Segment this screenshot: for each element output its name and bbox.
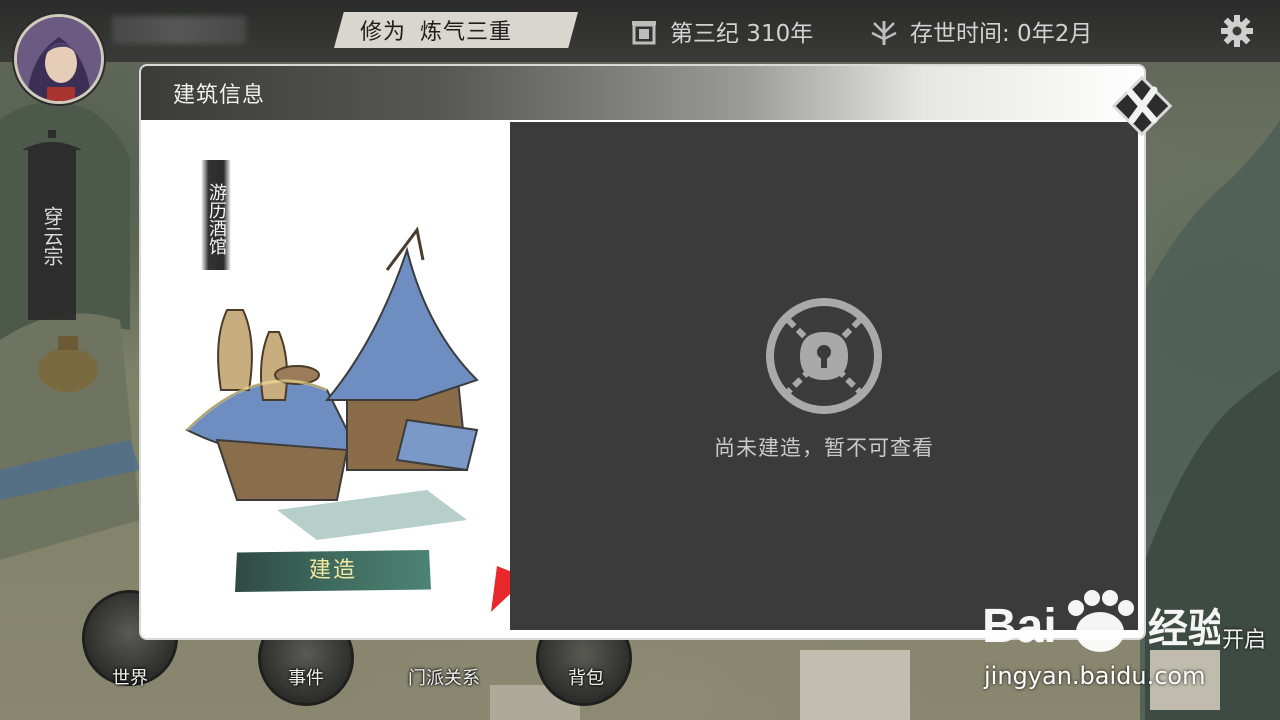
- close-icon[interactable]: [1110, 74, 1174, 138]
- sect-banner[interactable]: 穿云宗: [22, 130, 82, 320]
- build-button[interactable]: 建造: [235, 550, 431, 592]
- dialog-header: 建筑信息: [141, 66, 1144, 120]
- locked-message: 尚未建造，暂不可查看: [714, 436, 934, 460]
- calendar-gate-icon: [632, 21, 656, 45]
- plant-sprout-icon: [871, 21, 897, 45]
- cultivation-label: 修为: [360, 20, 407, 45]
- lifetime-display: 存世时间: 0年2月: [868, 14, 1092, 48]
- tavern-building-illustration: [185, 226, 479, 540]
- pagoda-roof-icon: [22, 130, 82, 158]
- era-display: 第三纪 310年: [628, 14, 813, 48]
- cultivation-value: 炼气三重: [420, 20, 513, 45]
- sect-name: 穿云宗: [40, 206, 64, 266]
- era-text: 第三纪 310年: [670, 21, 814, 47]
- building-info-dialog: 建筑信息 游历酒馆 建造 尚未建造，暂不可查看: [141, 66, 1144, 638]
- player-name-blurred: [112, 16, 246, 44]
- watermark-url: jingyan.baidu.com: [984, 662, 1206, 690]
- svg-text:Bai: Bai: [982, 600, 1057, 653]
- nav-sect-relations-label: 门派关系: [408, 668, 480, 689]
- nav-bag-label: 背包: [568, 668, 604, 689]
- nav-events-label: 事件: [288, 668, 324, 689]
- lifetime-text: 存世时间: 0年2月: [910, 21, 1093, 47]
- building-details-locked-pane: 尚未建造，暂不可查看: [510, 122, 1138, 630]
- svg-text:经验: 经验: [1148, 606, 1220, 652]
- nav-world-label: 世界: [112, 668, 148, 689]
- chained-lock-icon: [766, 298, 882, 414]
- hint-text-fragment: 开启: [1222, 628, 1267, 653]
- cultivation-level: 修为 炼气三重: [334, 12, 578, 48]
- player-avatar[interactable]: [14, 14, 104, 104]
- gear-icon[interactable]: [1220, 14, 1254, 48]
- dialog-title: 建筑信息: [173, 83, 266, 108]
